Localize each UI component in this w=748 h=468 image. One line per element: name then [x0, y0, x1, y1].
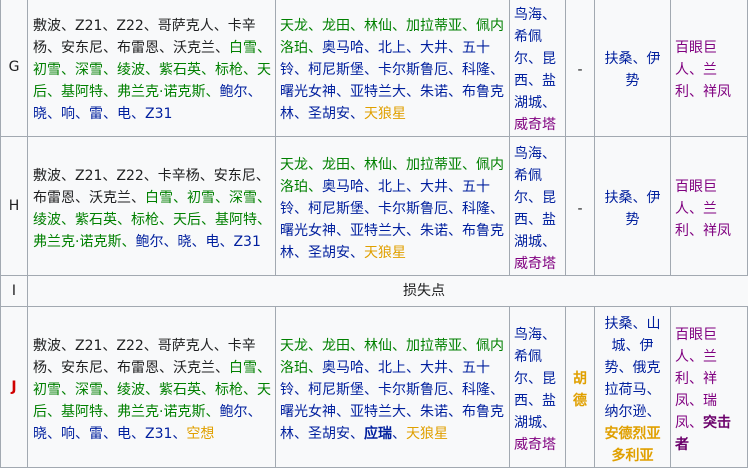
heavy-cruisers-cell: 鸟海、希佩尔、昆西、盐湖城、威奇塔 [510, 0, 566, 137]
ship-name-text: 应瑞 [364, 426, 392, 442]
ship-name-text: 敷波、Z21、Z22、哥萨克人、卡辛杨、安东尼、布雷恩、沃克兰、 [33, 338, 256, 376]
ship-name-text: 鲍尔、晓、电、Z31 [135, 234, 260, 250]
ship-name-text: 天狼星 [364, 106, 406, 122]
ship-name-text: 安德烈亚多利亚 [605, 426, 661, 464]
ship-name-text: - [577, 201, 582, 217]
light-cruisers-cell: 天龙、龙田、林仙、加拉蒂亚、佩内洛珀、奥马哈、北上、大井、五十铃、柯尼斯堡、卡尔… [276, 307, 510, 468]
ship-name-text: 鸟海、希佩尔、昆西、盐湖城、 [514, 327, 556, 431]
light-carriers-cell: 百眼巨人、兰利、祥凤、瑞凤、突击者 [671, 307, 748, 468]
ship-name-text: 胡德 [573, 371, 587, 409]
destroyers-cell: 敷波、Z21、Z22、哥萨克人、卡辛杨、安东尼、布雷恩、沃克兰、白雪、初雪、深雪… [28, 307, 276, 468]
battleships-cell: 扶桑、山城、伊势、俄克拉荷马、纳尔逊、安德烈亚多利亚 [595, 307, 671, 468]
ship-name-text: 百眼巨人、兰利、祥凤 [675, 40, 731, 100]
ship-name-text: 敷波、Z21、Z22、哥萨克人、卡辛杨、安东尼、布雷恩、沃克兰、 [33, 18, 256, 56]
table-row: G敷波、Z21、Z22、哥萨克人、卡辛杨、安东尼、布雷恩、沃克兰、白雪、初雪、深… [1, 0, 748, 137]
row-label: J [1, 307, 28, 468]
ship-name-text: - [577, 62, 582, 78]
row-label: G [1, 0, 28, 137]
ship-name-text: 、 [392, 426, 406, 442]
battlecruisers-cell: - [566, 0, 595, 137]
ship-name-text: 天狼星 [364, 245, 406, 261]
ship-name-text: 威奇塔 [514, 437, 556, 453]
ship-name-text: 天狼星 [406, 426, 448, 442]
heavy-cruisers-cell: 鸟海、希佩尔、昆西、盐湖城、威奇塔 [510, 137, 566, 276]
ship-drop-table: G敷波、Z21、Z22、哥萨克人、卡辛杨、安东尼、布雷恩、沃克兰、白雪、初雪、深… [0, 0, 748, 468]
ship-name-text: 百眼巨人、兰利、祥凤 [675, 179, 731, 239]
battlecruisers-cell: - [566, 137, 595, 276]
battleships-cell: 扶桑、伊势 [595, 0, 671, 137]
battlecruisers-cell: 胡德 [566, 307, 595, 468]
row-label: H [1, 137, 28, 276]
ship-name-text: 扶桑、伊势 [605, 51, 661, 89]
ship-name-text: 扶桑、山城、伊势、俄克拉荷马、纳尔逊、 [605, 316, 661, 420]
heavy-cruisers-cell: 鸟海、希佩尔、昆西、盐湖城、威奇塔 [510, 307, 566, 468]
light-carriers-cell: 百眼巨人、兰利、祥凤 [671, 0, 748, 137]
table-body: G敷波、Z21、Z22、哥萨克人、卡辛杨、安东尼、布雷恩、沃克兰、白雪、初雪、深… [1, 0, 748, 468]
destroyers-cell: 敷波、Z21、Z22、卡辛杨、安东尼、布雷恩、沃克兰、白雪、初雪、深雪、绫波、紫… [28, 137, 276, 276]
ship-name-text: 鸟海、希佩尔、昆西、盐湖城、 [514, 7, 556, 111]
ship-name-text: 威奇塔 [514, 117, 556, 133]
ship-name-text: 空想 [186, 426, 214, 442]
destroyers-cell: 敷波、Z21、Z22、哥萨克人、卡辛杨、安东尼、布雷恩、沃克兰、白雪、初雪、深雪… [28, 0, 276, 137]
loss-point-cell: 损失点 [28, 276, 748, 307]
light-cruisers-cell: 天龙、龙田、林仙、加拉蒂亚、佩内洛珀、奥马哈、北上、大井、五十铃、柯尼斯堡、卡尔… [276, 0, 510, 137]
ship-name-text: 扶桑、伊势 [605, 190, 661, 228]
table-row: I损失点 [1, 276, 748, 307]
ship-name-text: 鸟海、希佩尔、昆西、盐湖城、 [514, 146, 556, 250]
light-cruisers-cell: 天龙、龙田、林仙、加拉蒂亚、佩内洛珀、奥马哈、北上、大井、五十铃、柯尼斯堡、卡尔… [276, 137, 510, 276]
ship-name-text: 威奇塔 [514, 256, 556, 272]
table-row: J敷波、Z21、Z22、哥萨克人、卡辛杨、安东尼、布雷恩、沃克兰、白雪、初雪、深… [1, 307, 748, 468]
light-carriers-cell: 百眼巨人、兰利、祥凤 [671, 137, 748, 276]
table-row: H敷波、Z21、Z22、卡辛杨、安东尼、布雷恩、沃克兰、白雪、初雪、深雪、绫波、… [1, 137, 748, 276]
row-label: I [1, 276, 28, 307]
battleships-cell: 扶桑、伊势 [595, 137, 671, 276]
